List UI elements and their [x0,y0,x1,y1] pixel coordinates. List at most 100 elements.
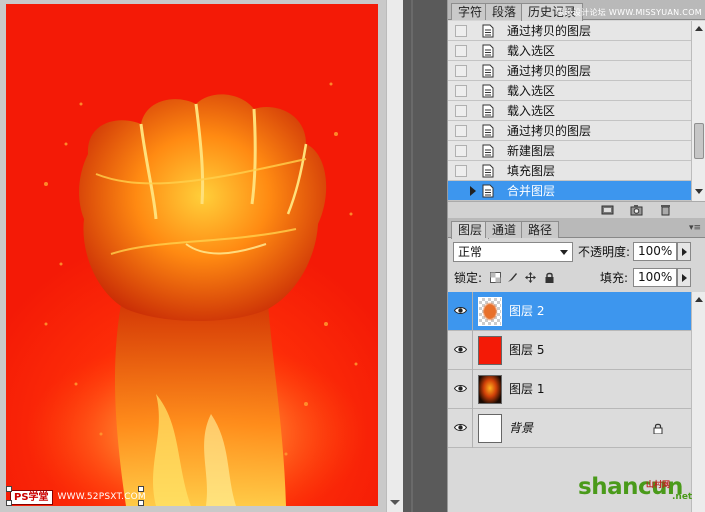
fill-slider-button[interactable] [677,268,691,287]
blend-mode-value: 正常 [458,245,483,259]
history-item-label: 新建图层 [507,144,556,158]
document-canvas[interactable]: PS学堂 WWW.52PSXT.COM [6,4,378,506]
tab-paragraph[interactable]: 段落 [485,3,524,20]
history-item-label: 载入选区 [507,44,556,58]
visibility-eye-icon[interactable] [454,306,467,315]
scroll-down-icon[interactable] [390,500,400,505]
history-item[interactable]: 载入选区 [448,41,691,61]
photoshop-window: PS学堂 WWW.52PSXT.COM 字符 段落 历史记录 思缘设计论坛 WW… [0,0,705,512]
scroll-down-icon[interactable] [695,189,703,194]
history-item[interactable]: 载入选区 [448,101,691,121]
layer-thumbnail [478,414,502,443]
history-item[interactable]: 通过拷贝的图层 [448,21,691,41]
history-item[interactable]: 合并图层 [448,181,691,201]
visibility-eye-icon[interactable] [454,423,467,432]
fill-field[interactable]: 100% [633,268,677,287]
history-item[interactable]: 通过拷贝的图层 [448,121,691,141]
layer-row[interactable]: 图层 1 [448,370,691,409]
lock-row: 锁定: 填充: 100% [448,266,705,290]
canvas-area: PS学堂 WWW.52PSXT.COM [0,0,386,512]
snapshot-source-checkbox[interactable] [455,25,467,37]
blend-mode-select[interactable]: 正常 [453,242,573,262]
canvas-vertical-scrollbar[interactable] [386,0,403,512]
site-watermark: shancun 山村网 .net [578,470,705,512]
history-step-icon [482,44,494,58]
layer-name[interactable]: 图层 1 [509,381,544,397]
history-item[interactable]: 填充图层 [448,161,691,181]
snapshot-source-checkbox[interactable] [455,105,467,117]
snapshot-source-checkbox[interactable] [455,65,467,77]
snapshot-source-checkbox[interactable] [455,145,467,157]
trash-icon[interactable] [659,204,672,216]
transform-handle[interactable] [138,486,144,492]
panel-menu-icon[interactable]: ▾≡ [689,223,701,233]
tab-layers[interactable]: 图层 [451,221,490,239]
layer-name[interactable]: 背景 [509,420,533,436]
history-item[interactable]: 新建图层 [448,141,691,161]
scroll-thumb[interactable] [694,123,704,159]
layer-row[interactable]: 图层 2 [448,292,691,331]
layer-thumbnail [478,375,502,404]
layer-lock-icon [653,423,663,434]
canvas-watermark: PS学堂 WWW.52PSXT.COM [10,489,146,505]
history-panel: 字符 段落 历史记录 思缘设计论坛 WWW.MISSYUAN.COM 通过拷贝的… [447,0,705,218]
tab-paths[interactable]: 路径 [521,221,560,238]
snapshot-source-checkbox[interactable] [455,165,467,177]
history-footer [448,201,705,218]
history-item[interactable]: 通过拷贝的图层 [448,61,691,81]
layer-divider [472,331,473,370]
watermark-url: WWW.52PSXT.COM [57,492,146,502]
visibility-eye-icon[interactable] [454,345,467,354]
scroll-up-icon[interactable] [695,26,703,31]
watermark-logo: PS学堂 [10,489,53,505]
opacity-slider-button[interactable] [677,242,691,261]
snapshot-source-checkbox[interactable] [455,185,467,197]
visibility-eye-icon[interactable] [454,384,467,393]
layer-thumbnail [478,297,502,326]
snapshot-source-checkbox[interactable] [455,85,467,97]
scroll-up-icon[interactable] [695,297,703,302]
snapshot-source-checkbox[interactable] [455,45,467,57]
layer-name[interactable]: 图层 5 [509,342,544,358]
history-item-label: 通过拷贝的图层 [507,124,592,138]
lock-image-pixels-icon[interactable] [507,272,518,283]
workspace-gap [403,0,447,512]
history-step-icon [482,24,494,38]
lock-position-icon[interactable] [525,272,536,283]
history-item-label: 通过拷贝的图层 [507,64,592,78]
chevron-down-icon [560,250,568,255]
tab-character[interactable]: 字符 [451,3,490,20]
history-item-label: 合并图层 [507,184,556,198]
blend-row: 正常 不透明度: 100% [448,240,705,264]
history-item-label: 载入选区 [507,104,556,118]
lock-all-icon[interactable] [544,272,555,283]
layer-row[interactable]: 背景 [448,409,691,448]
opacity-field[interactable]: 100% [633,242,677,261]
history-step-icon [482,84,494,98]
lock-transparent-pixels-icon[interactable] [490,272,501,283]
layer-divider [472,409,473,448]
history-scrollbar[interactable] [691,21,705,201]
history-step-icon [482,184,494,198]
history-item-label: 填充图层 [507,164,556,178]
history-panel-tabs: 字符 段落 历史记录 思缘设计论坛 WWW.MISSYUAN.COM [448,0,705,21]
history-step-icon [482,164,494,178]
snapshot-source-checkbox[interactable] [455,125,467,137]
new-document-from-state-icon[interactable] [601,204,614,216]
brand-net: .net [672,492,693,502]
history-item[interactable]: 载入选区 [448,81,691,101]
tab-channels[interactable]: 通道 [485,221,524,238]
layer-divider [472,292,473,331]
layer-name[interactable]: 图层 2 [509,303,544,319]
lock-label: 锁定: [454,271,483,285]
transform-handle[interactable] [6,500,12,506]
layer-row[interactable]: 图层 5 [448,331,691,370]
transform-handle[interactable] [138,500,144,506]
fire-fist-artwork [26,82,366,506]
layers-panel-tabs: 图层 通道 路径 ▾≡ [448,218,705,239]
transform-handle[interactable] [6,486,12,492]
layer-divider [472,370,473,409]
fill-label: 填充: [600,271,629,285]
history-list: 通过拷贝的图层 载入选区 通过拷贝的图层 载入选区 载入选区 通过拷贝的图层 新建图层 填充图… [448,21,691,201]
new-snapshot-icon[interactable] [630,204,643,216]
